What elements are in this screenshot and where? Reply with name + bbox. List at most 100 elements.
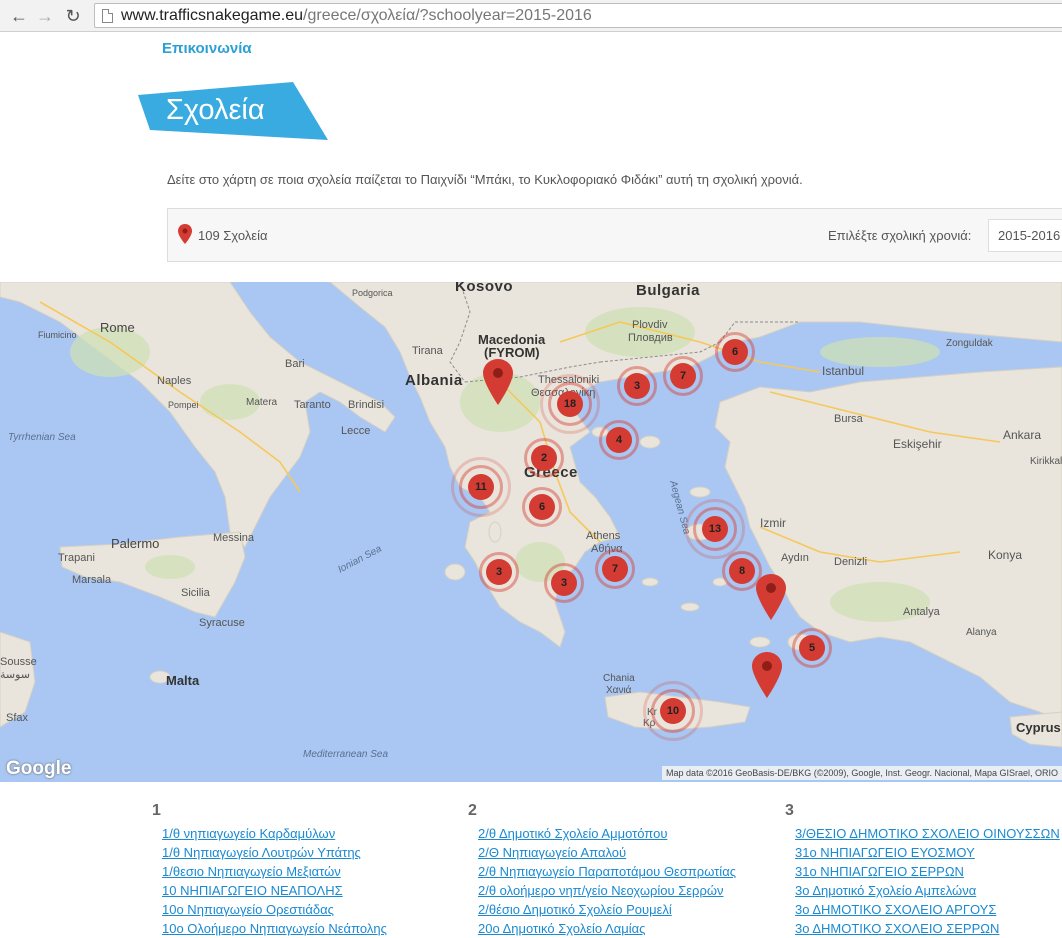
filter-bar: 109 Σχολεία Επιλέξτε σχολική χρονιά: 201… [167,208,1062,262]
school-link[interactable]: 1/θεσιο Νηπιαγωγείο Μεξιατών [162,864,341,879]
map-label: Sicilia [181,587,210,599]
school-link[interactable]: 2/Θ Νηπιαγωγείο Απαλού [478,845,626,860]
nav-contact-link[interactable]: Επικοινωνία [162,40,252,57]
map-label: Bulgaria [636,282,701,299]
google-logo: Google [6,758,72,779]
map-label: Bursa [834,413,863,425]
browser-toolbar: ← → ↻ www.trafficsnakegame.eu/greece/σχο… [0,0,1062,32]
map-label: Plovdiv [632,319,668,331]
page-title: Σχολεία [166,94,265,126]
school-count: 109 Σχολεία [198,228,268,243]
map-label: Alanya [966,627,997,638]
cluster-count: 13 [702,516,728,542]
map-label: Chania [603,673,635,684]
map-label: Naples [157,375,192,387]
cluster-count: 2 [531,445,557,471]
map-label: Ankara [1003,428,1042,442]
map-label: Eskişehir [893,437,942,451]
arrow-right-icon[interactable]: → [34,5,56,27]
year-select-label: Επιλέξτε σχολική χρονιά: [828,228,972,243]
map-label: Taranto [294,399,331,411]
school-link[interactable]: 3ο ΔΗΜΟΤΙΚΟ ΣΧΟΛΕΙΟ ΣΕΡΡΩΝ [795,921,999,936]
map-label: Χανιά [606,685,632,696]
map-label: Antalya [903,606,940,618]
school-year-select[interactable]: 2015-2016 [988,219,1062,252]
school-link[interactable]: 10 ΝΗΠΙΑΓΩΓΕΙΟ ΝΕΑΠΟΛΗΣ [162,883,343,898]
cluster-count: 18 [557,391,583,417]
url-domain: www.trafficsnakegame.eu [121,7,304,24]
school-link[interactable]: 1/θ νηπιαγωγείο Καρδαμύλων [162,826,335,841]
school-link[interactable]: 2/θ Νηπιαγωγείο Παραποτάμου Θεσπρωτίας [478,864,736,879]
school-link[interactable]: 1/θ Νηπιαγωγείο Λουτρών Υπάτης [162,845,361,860]
map-label: Tyrrhenian Sea [8,432,76,443]
school-marker-pin[interactable] [752,652,782,698]
map-label: Zonguldak [946,338,993,349]
school-link[interactable]: 2/θ Δημοτικό Σχολείο Αμμοτόπου [478,826,667,841]
cluster-count: 8 [729,558,755,584]
cluster-count: 7 [670,363,696,389]
map-label: Rome [100,320,135,335]
arrow-left-icon[interactable]: ← [8,5,30,27]
column-heading: 2 [468,802,477,819]
map-label: Podgorica [352,288,393,298]
url-path: /greece/σχολεία/?schoolyear=2015-2016 [303,7,592,24]
school-link[interactable]: 3ο ΔΗΜΟΤΙΚΟ ΣΧΟΛΕΙΟ ΑΡΓΟΥΣ [795,902,996,917]
map-label: Trapani [58,552,95,564]
map-attribution[interactable]: Map data ©2016 GeoBasis-DE/BKG (©2009), … [662,766,1062,780]
map-label: Fiumicino [38,330,77,340]
school-link[interactable]: 20ο Δημοτικό Σχολείο Λαμίας [478,921,645,936]
school-link[interactable]: 2/θ ολοήμερο νηπ/γείο Νεοχωρίου Σερρών [478,883,723,898]
school-link[interactable]: 3/ΘΕΣΙΟ ΔΗΜΟΤΙΚΟ ΣΧΟΛΕΙΟ ΟΙΝΟΥΣΣΩΝ [795,826,1060,841]
page-icon [102,9,113,23]
map-label: Konya [988,548,1023,562]
school-marker-pin[interactable] [756,574,786,620]
map-label: Kosovo [455,282,514,295]
map-label: Tirana [412,345,443,357]
schools-map[interactable]: Kosovo Podgorica Bulgaria Rome Fiumicino… [0,282,1062,782]
map-label: Messina [213,532,254,544]
school-list-column: 3 3/ΘΕΣΙΟ ΔΗΜΟΤΙΚΟ ΣΧΟΛΕΙΟ ΟΙΝΟΥΣΣΩΝ 31ο… [785,802,1060,938]
map-label: Bari [285,358,305,370]
reload-icon[interactable]: ↻ [62,5,84,27]
map-label: Sfax [6,712,29,724]
map-label: Palermo [111,536,160,551]
map-label: Cyprus [1016,720,1061,735]
school-link[interactable]: 2/θέσιο Δημοτικό Σχολείο Ρουμελί [478,902,672,917]
map-label: Mediterranean Sea [303,749,389,760]
cluster-count: 3 [486,559,512,585]
cluster-count: 11 [468,474,494,500]
school-list-column: 2 2/θ Δημοτικό Σχολείο Αμμοτόπου 2/Θ Νηπ… [468,802,736,938]
map-label: Izmir [760,516,786,530]
intro-text: Δείτε στο χάρτη σε ποια σχολεία παίζεται… [167,172,803,187]
map-label: Syracuse [199,617,245,629]
cluster-count: 3 [624,373,650,399]
map-label: Lecce [341,425,371,437]
cluster-count: 4 [606,427,632,453]
map-label: (FYROM) [484,345,540,360]
map-label: Matera [246,397,278,408]
map-label: Brindisi [348,399,385,411]
map-label: Marsala [72,574,112,586]
map-label: Athens [586,530,621,542]
map-label: سوسة [0,669,31,681]
map-label: Aydın [781,552,809,564]
map-label: Albania [405,372,463,389]
map-pin-icon [178,224,192,244]
column-heading: 3 [785,802,794,819]
map-label: Sousse [0,656,37,668]
cluster-count: 3 [551,570,577,596]
school-link[interactable]: 10ο Ολοήμερο Νηπιαγωγείο Νεάπολης [162,921,387,936]
school-link[interactable]: 10ο Νηπιαγωγείο Ορεστιάδας [162,902,334,917]
cluster-count: 6 [529,494,555,520]
school-link[interactable]: 31ο ΝΗΠΙΑΓΩΓΕΙΟ ΣΕΡΡΩΝ [795,864,964,879]
cluster-count: 6 [722,339,748,365]
school-list-column: 1 1/θ νηπιαγωγείο Καρδαμύλων 1/θ Νηπιαγω… [152,802,387,938]
school-marker-pin[interactable] [483,359,513,405]
address-bar[interactable]: www.trafficsnakegame.eu/greece/σχολεία/?… [94,3,1062,28]
map-label: Пловдив [628,332,673,344]
school-link[interactable]: 3ο Δημοτικό Σχολείο Αμπελώνα [795,883,976,898]
map-label: Malta [166,673,200,688]
school-link[interactable]: 31ο ΝΗΠΙΑΓΩΓΕΙΟ ΕΥΟΣΜΟΥ [795,845,975,860]
cluster-count: 5 [799,635,825,661]
map-label: Kirikkale [1030,456,1062,467]
